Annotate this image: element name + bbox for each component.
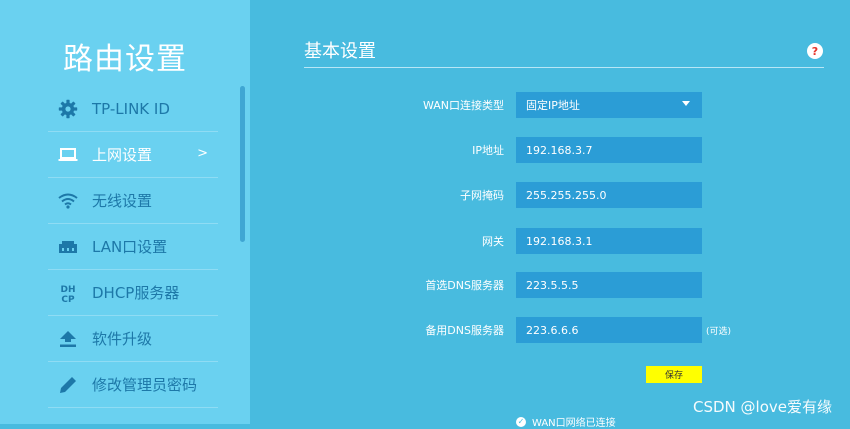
sidebar-item-label: TP-LINK ID	[92, 99, 170, 118]
sidebar-item-software-upgrade[interactable]: 软件升级	[48, 316, 218, 362]
chevron-right-icon: >	[197, 146, 208, 161]
sidebar-title: 路由设置	[63, 42, 187, 77]
form-row-wan-type: WAN口连接类型 固定IP地址	[250, 92, 850, 118]
optional-note: (可选)	[706, 327, 732, 337]
gateway-label: 网关	[482, 235, 504, 248]
wifi-icon	[56, 189, 80, 213]
dns2-input[interactable]: 223.6.6.6	[516, 317, 702, 343]
sidebar-item-label: 无线设置	[92, 192, 153, 210]
chevron-down-icon	[682, 101, 690, 106]
dhcp-icon: DH CP	[56, 281, 80, 305]
sidebar-item-wireless-settings[interactable]: 无线设置	[48, 178, 218, 224]
form-row-dns1: 首选DNS服务器 223.5.5.5	[250, 272, 850, 298]
sidebar-scrollbar[interactable]	[240, 86, 245, 242]
section-title: 基本设置	[304, 41, 376, 62]
gear-icon	[56, 97, 80, 121]
connection-status: ✓ WAN口网络已连接	[516, 414, 616, 429]
wan-type-value: 固定IP地址	[526, 99, 580, 112]
lan-port-icon	[56, 235, 80, 259]
divider	[304, 67, 824, 68]
sidebar-item-lan-settings[interactable]: LAN口设置	[48, 224, 218, 270]
sidebar-item-label: 软件升级	[92, 330, 153, 348]
laptop-icon	[56, 143, 80, 167]
gateway-input[interactable]: 192.168.3.1	[516, 228, 702, 254]
sidebar: 路由设置 TP-LINK ID 上网设置 > 无线设置 LAN口设置 DH CP…	[0, 0, 250, 424]
subnet-input[interactable]: 255.255.255.0	[516, 182, 702, 208]
check-icon: ✓	[516, 416, 526, 427]
sidebar-item-label: LAN口设置	[92, 238, 168, 256]
sidebar-item-dhcp-server[interactable]: DH CP DHCP服务器	[48, 270, 218, 316]
status-text: WAN口网络已连接	[532, 418, 616, 429]
sidebar-item-tplink-id[interactable]: TP-LINK ID	[48, 86, 218, 132]
subnet-label: 子网掩码	[460, 189, 504, 202]
sidebar-item-internet-settings[interactable]: 上网设置 >	[48, 132, 218, 178]
pencil-icon	[56, 373, 80, 397]
form-row-subnet: 子网掩码 255.255.255.0	[250, 182, 850, 208]
svg-text:DH: DH	[60, 285, 75, 295]
ip-input[interactable]: 192.168.3.7	[516, 137, 702, 163]
wan-type-label: WAN口连接类型	[422, 99, 504, 112]
upload-icon	[56, 327, 80, 351]
save-button[interactable]: 保存	[646, 366, 702, 383]
dns2-label: 备用DNS服务器	[425, 324, 504, 337]
form-row-ip: IP地址 192.168.3.7	[250, 137, 850, 163]
dns1-label: 首选DNS服务器	[425, 279, 504, 292]
ip-label: IP地址	[472, 144, 504, 157]
sidebar-item-change-admin-password[interactable]: 修改管理员密码	[48, 362, 218, 408]
dns1-input[interactable]: 223.5.5.5	[516, 272, 702, 298]
form-row-gateway: 网关 192.168.3.1	[250, 228, 850, 254]
sidebar-nav: TP-LINK ID 上网设置 > 无线设置 LAN口设置 DH CP DHCP…	[48, 86, 218, 408]
watermark: CSDN @love爱有缘	[693, 398, 832, 416]
sidebar-item-label: 修改管理员密码	[92, 376, 198, 394]
form-row-dns2: 备用DNS服务器 223.6.6.6 (可选)	[250, 317, 850, 343]
sidebar-item-label: DHCP服务器	[92, 284, 180, 302]
help-icon[interactable]: ?	[807, 43, 823, 59]
wan-type-select[interactable]: 固定IP地址	[516, 92, 702, 118]
svg-text:CP: CP	[61, 295, 75, 304]
main-panel: 基本设置 ? WAN口连接类型 固定IP地址 IP地址 192.168.3.7 …	[250, 0, 850, 429]
sidebar-item-label: 上网设置	[92, 146, 153, 164]
